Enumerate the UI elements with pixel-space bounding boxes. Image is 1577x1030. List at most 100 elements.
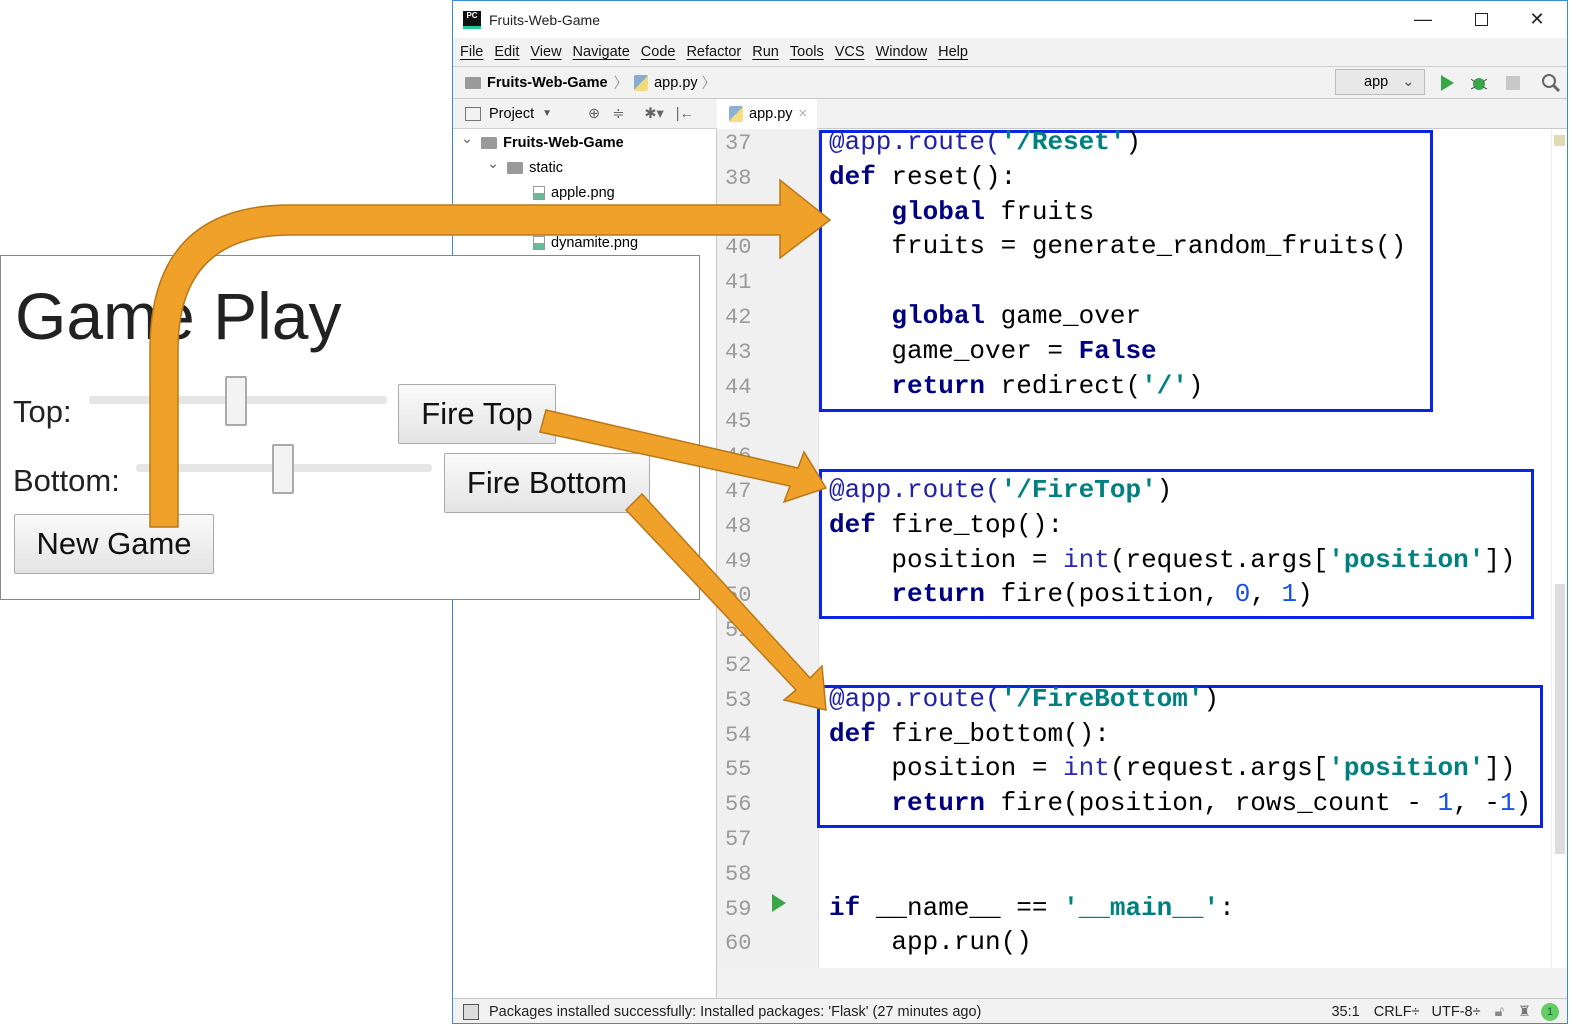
breadcrumb-project[interactable]: Fruits-Web-Game (487, 75, 608, 91)
stop-icon[interactable] (1503, 73, 1523, 93)
tree-item[interactable]: ⌄ Fruits-Web-Game (461, 131, 624, 155)
bottom-label: Bottom: (13, 463, 120, 498)
project-panel-title[interactable]: Project (489, 106, 534, 122)
line-number: 52 (725, 653, 752, 678)
line-number: 41 (725, 270, 752, 296)
bottom-slider-thumb[interactable] (272, 444, 294, 494)
folder-icon (507, 162, 524, 174)
line-number: 57 (725, 827, 752, 852)
collapse-icon[interactable]: ≑ (612, 106, 624, 122)
line-number: 56 (725, 792, 752, 818)
line-number: 40 (725, 235, 752, 261)
line-number: 38 (725, 165, 752, 191)
menu-file[interactable]: File (460, 44, 483, 60)
folder-icon (481, 137, 498, 149)
code-line: def fire_bottom(): (829, 718, 1110, 749)
event-log-badge[interactable]: 1 (1541, 1002, 1559, 1021)
maximize-button[interactable] (1453, 1, 1509, 38)
menu-refactor[interactable]: Refactor (686, 44, 741, 60)
menu-vcs[interactable]: VCS (835, 44, 865, 60)
line-number: 45 (725, 409, 752, 435)
close-button[interactable]: ✕ (1509, 1, 1565, 38)
inspector-icon[interactable]: ♜ (1518, 1004, 1531, 1020)
tree-item[interactable]: apple.png (533, 181, 615, 205)
image-file-icon (533, 186, 545, 200)
code-line: return redirect('/') (891, 370, 1204, 401)
tool-windows-icon[interactable] (463, 1003, 479, 1020)
line-number: 59 (725, 896, 752, 922)
line-number: 55 (725, 757, 752, 783)
menu-bar: File Edit View Navigate Code Refactor Run Tools… (453, 38, 1567, 67)
top-slider-thumb[interactable] (225, 376, 247, 426)
caret-position[interactable]: 35:1 (1331, 1004, 1359, 1020)
line-number: 37 (725, 131, 752, 156)
chevron-down-icon: ⌄ (1402, 74, 1415, 90)
fire-bottom-button[interactable]: Fire Bottom (444, 453, 650, 513)
navigation-bar: Fruits-Web-Game 〉 app.py 〉 app ⌄ (453, 67, 1567, 99)
menu-window[interactable]: Window (876, 44, 928, 60)
code-line: @app.route('/Reset') (829, 127, 1142, 157)
fire-top-button[interactable]: Fire Top (398, 384, 556, 444)
tree-item[interactable]: dynamite.png (533, 231, 638, 255)
line-number: 46 (725, 444, 752, 470)
code-editor[interactable]: @app.route('/Reset') def reset(): global … (817, 127, 1551, 968)
line-number: 44 (725, 374, 752, 400)
run-gutter-icon[interactable] (771, 893, 787, 913)
code-line: global fruits (891, 196, 1095, 227)
menu-edit[interactable]: Edit (494, 44, 519, 60)
menu-help[interactable]: Help (938, 44, 968, 60)
line-number: 39 (725, 200, 752, 226)
locate-icon[interactable]: ⊕ (588, 106, 600, 122)
error-stripe[interactable] (1551, 129, 1567, 968)
new-game-button[interactable]: New Game (14, 514, 214, 574)
tree-item[interactable]: ⌄ static (487, 156, 563, 180)
chevron-down-icon[interactable]: ⌄ (461, 131, 473, 147)
run-config-select[interactable]: app ⌄ (1335, 69, 1425, 95)
menu-run[interactable]: Run (752, 44, 779, 60)
line-gutter: 37 38 39 40 41 42 43 44 45 46 47 48 49 50 51 52 53 54 55 56… (717, 129, 819, 968)
window-title: Fruits-Web-Game (489, 11, 600, 28)
python-file-icon (634, 74, 649, 91)
code-line: return fire(position, rows_count - 1, -1… (891, 788, 1532, 819)
debug-icon[interactable] (1469, 73, 1489, 93)
line-number: 47 (725, 479, 752, 504)
code-line: return fire(position, 0, 1) (891, 579, 1313, 610)
breadcrumb-file[interactable]: app.py (654, 75, 698, 91)
tab-app-py[interactable]: app.py × (717, 99, 817, 129)
chevron-down-icon[interactable]: ⌄ (487, 156, 499, 172)
dropdown-icon[interactable]: ▼ (542, 108, 552, 119)
menu-tools[interactable]: Tools (790, 44, 824, 60)
code-line: app.run() (829, 927, 1032, 958)
gear-icon[interactable]: ✱▾ (644, 106, 663, 122)
game-title: Game Play (15, 279, 342, 353)
top-label: Top: (13, 394, 72, 429)
line-number: 58 (725, 861, 752, 887)
line-separator[interactable]: CRLF÷ (1374, 1004, 1420, 1020)
close-tab-icon[interactable]: × (799, 106, 807, 122)
menu-code[interactable]: Code (641, 44, 676, 60)
menu-view[interactable]: View (530, 44, 561, 60)
line-number: 53 (725, 687, 752, 713)
python-file-icon (729, 106, 743, 122)
code-line: global game_over (891, 301, 1142, 331)
line-number: 54 (725, 722, 752, 748)
run-icon[interactable] (1437, 73, 1457, 93)
line-number: 50 (725, 583, 752, 609)
line-number: 43 (725, 339, 752, 365)
title-bar: PC Fruits-Web-Game — ✕ (453, 1, 1567, 38)
folder-icon (465, 76, 481, 89)
lock-icon[interactable]: 🔓︎ (1495, 1004, 1504, 1020)
status-bar: Packages installed successfully: Install… (453, 998, 1567, 1024)
minimize-button[interactable]: — (1395, 1, 1451, 38)
image-file-icon (533, 236, 545, 250)
hide-icon[interactable]: |← (676, 106, 694, 122)
code-line: @app.route('/FireBottom') (829, 683, 1220, 714)
project-icon (465, 106, 481, 121)
code-line: game_over = False (829, 335, 1157, 366)
search-icon[interactable] (1541, 73, 1561, 93)
encoding[interactable]: UTF-8÷ (1432, 1004, 1481, 1020)
game-play-panel: Game Play Top: Fire Top Bottom: Fire Bot… (0, 255, 700, 600)
code-line: if __name__ == '__main__': (829, 892, 1235, 923)
menu-navigate[interactable]: Navigate (573, 44, 630, 60)
status-message: Packages installed successfully: Install… (489, 1003, 982, 1020)
